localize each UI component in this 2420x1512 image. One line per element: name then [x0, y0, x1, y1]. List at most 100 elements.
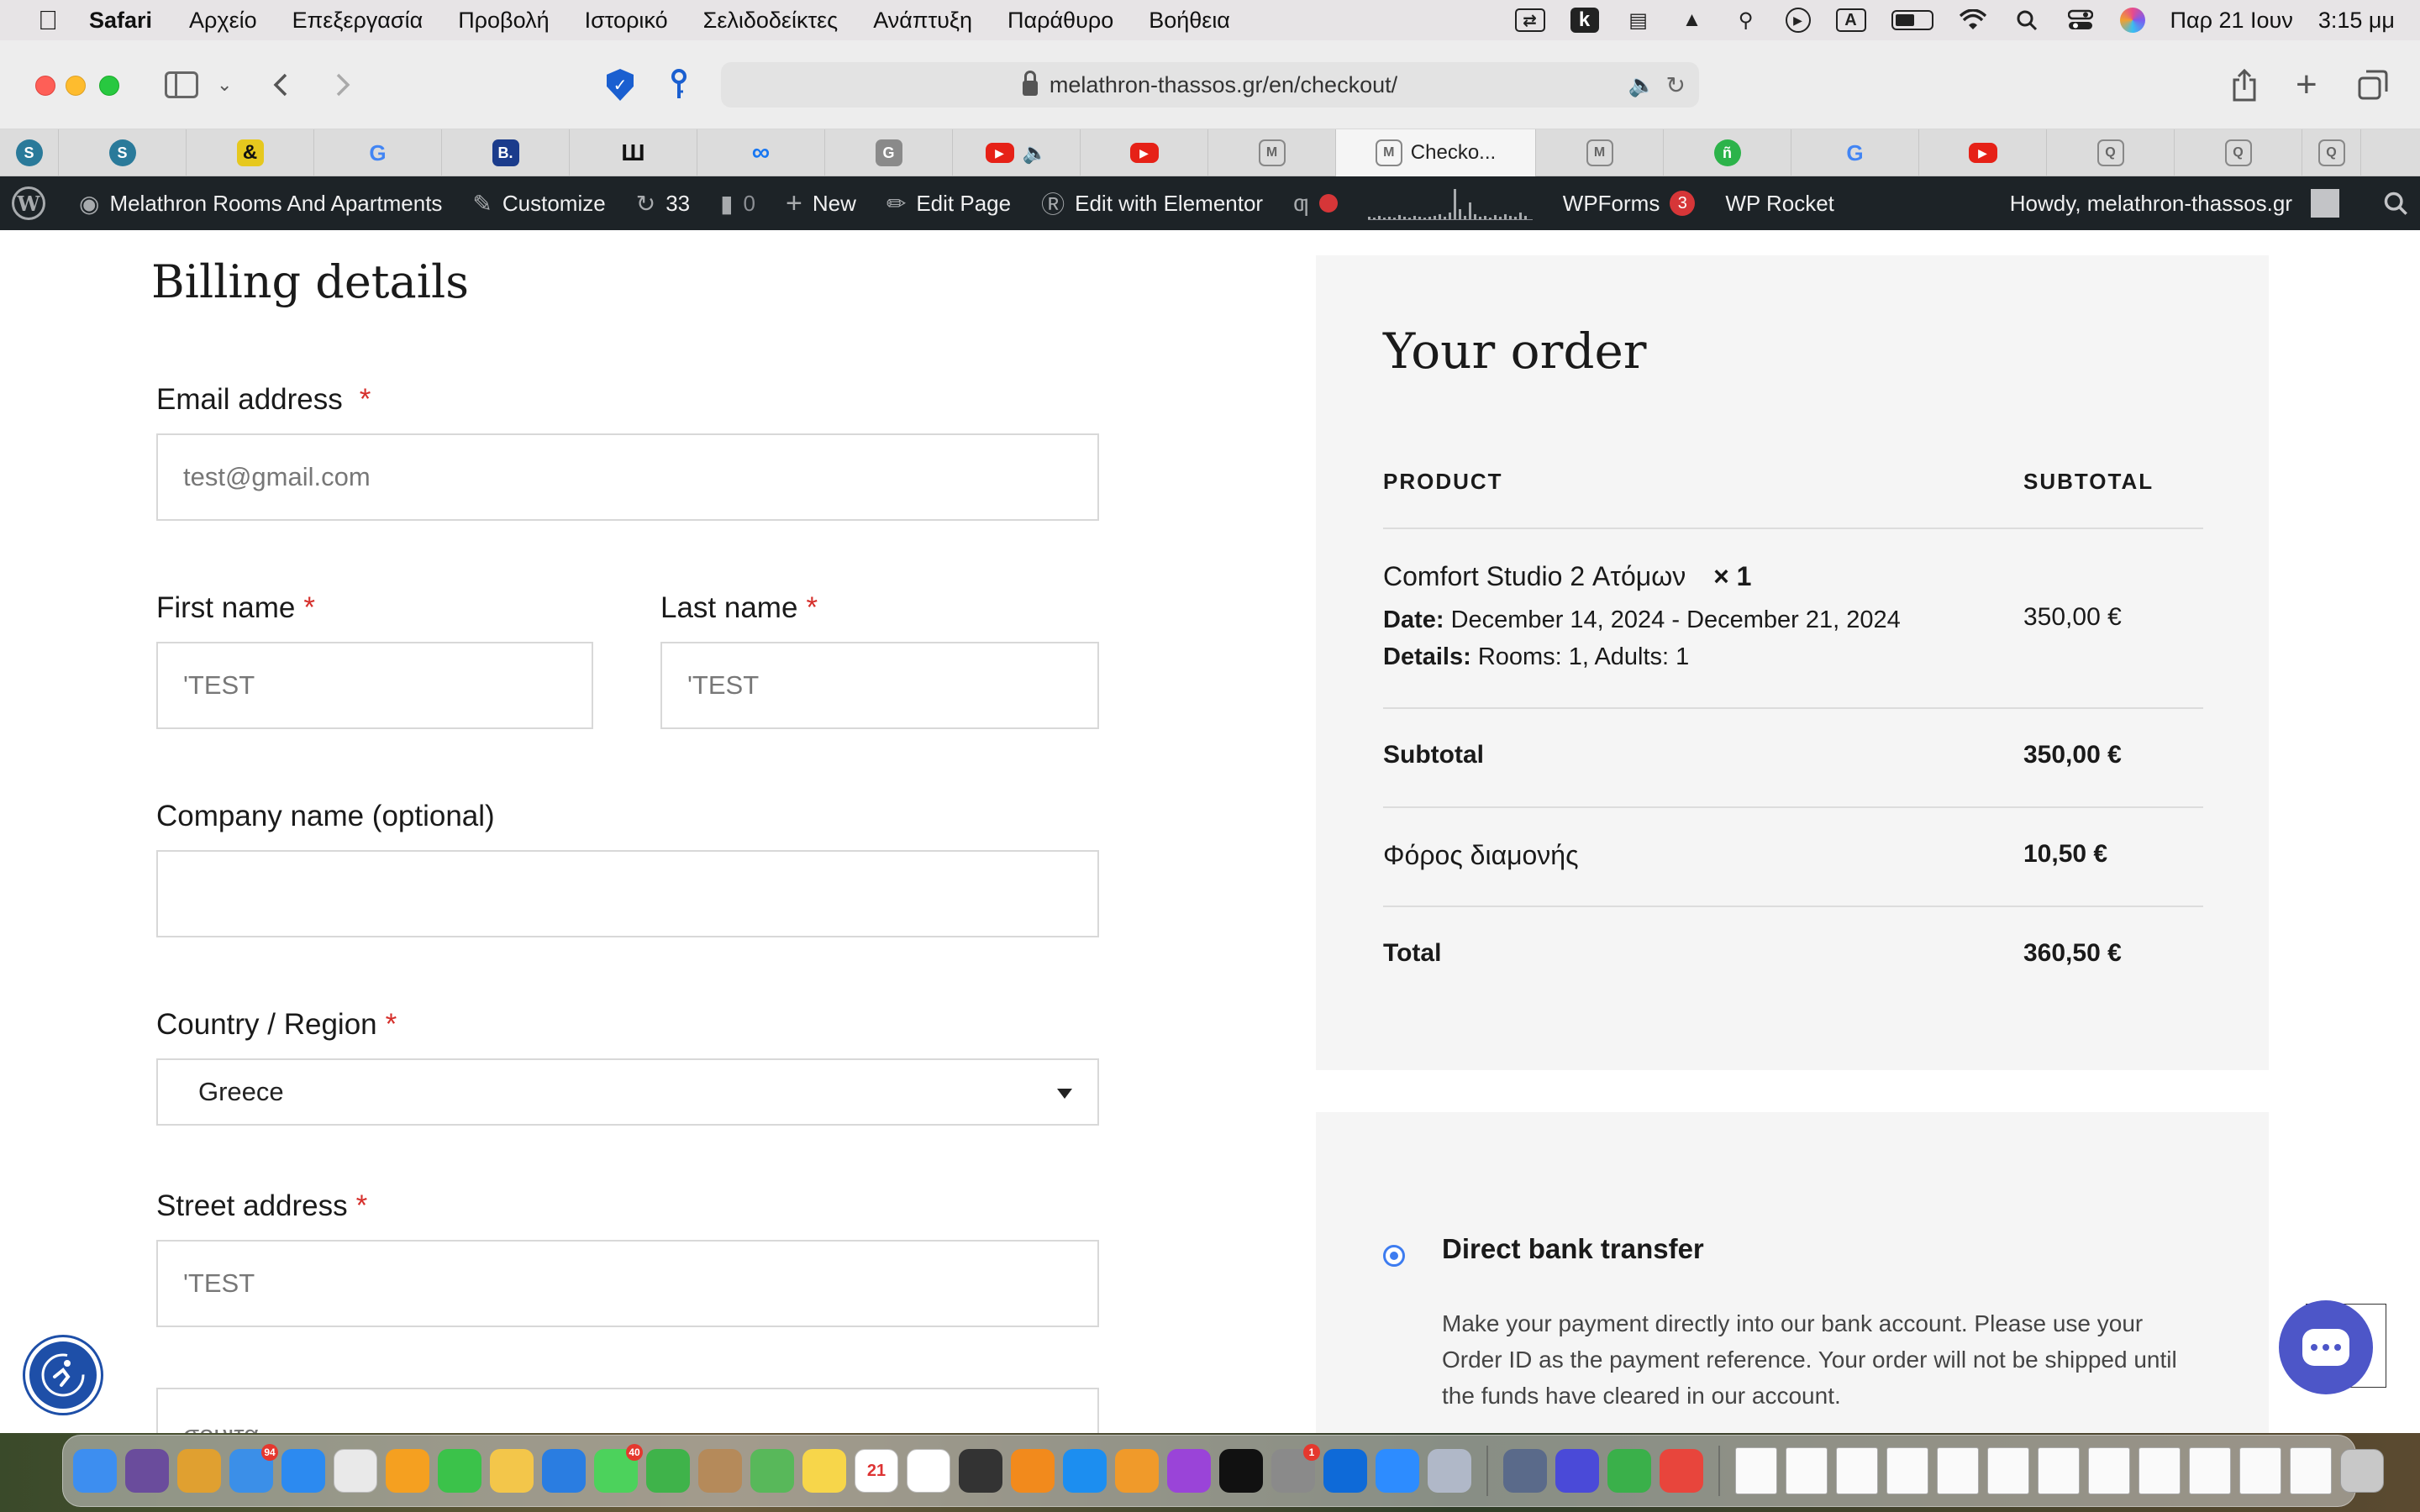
- zoom-icon[interactable]: [1376, 1449, 1419, 1493]
- browser-tab[interactable]: ▶: [1081, 129, 1208, 176]
- browser-tab[interactable]: S: [0, 129, 59, 176]
- dock-recent-document[interactable]: [2239, 1447, 2281, 1494]
- new-tab-button[interactable]: +: [2296, 64, 2317, 105]
- admin-bar-wpforms[interactable]: WPForms 3: [1563, 191, 1696, 217]
- menu-edit[interactable]: Επεξεργασία: [292, 8, 424, 34]
- address-line-2-field[interactable]: σουιτα: [156, 1388, 1099, 1433]
- maps-icon[interactable]: [750, 1449, 794, 1493]
- password-key-icon[interactable]: [671, 66, 687, 104]
- admin-bar-elementor[interactable]: Ⓡ Edit with Elementor: [1041, 186, 1263, 220]
- browser-tab[interactable]: Q: [2175, 129, 2302, 176]
- anydesk-icon[interactable]: [1660, 1449, 1703, 1493]
- apple-tv-icon[interactable]: [1219, 1449, 1263, 1493]
- forward-button[interactable]: [333, 66, 353, 104]
- browser-tab[interactable]: M Checko...: [1336, 129, 1536, 176]
- browser-tab[interactable]: ∞: [697, 129, 825, 176]
- menu-help[interactable]: Βοήθεια: [1149, 8, 1230, 34]
- calendar-icon[interactable]: 21: [855, 1449, 898, 1493]
- launchpad-icon[interactable]: [125, 1449, 169, 1493]
- tab-audio-icon[interactable]: 🔈: [1023, 141, 1048, 165]
- admin-bar-site-name[interactable]: ◉ Melathron Rooms And Apartments: [79, 190, 442, 218]
- bed-icon[interactable]: ▤: [1624, 8, 1653, 33]
- bank-transfer-title[interactable]: Direct bank transfer: [1442, 1233, 1704, 1265]
- wifi-icon[interactable]: [1959, 8, 1987, 33]
- system-preferences-icon[interactable]: 1: [1271, 1444, 1320, 1493]
- safari-icon[interactable]: [281, 1449, 325, 1493]
- dock-recent-document[interactable]: [1735, 1447, 1777, 1494]
- menu-app-name[interactable]: Safari: [89, 8, 152, 34]
- siri-icon[interactable]: [2119, 8, 2145, 33]
- tab-overview-button[interactable]: [2358, 66, 2388, 104]
- browser-tab[interactable]: M: [1208, 129, 1336, 176]
- browser-tab[interactable]: B.: [442, 129, 570, 176]
- mail-icon[interactable]: 94: [229, 1444, 278, 1493]
- flashlight-icon[interactable]: ▲: [1678, 8, 1707, 33]
- dock-recent-document[interactable]: [1836, 1447, 1878, 1494]
- messages-icon[interactable]: 40: [594, 1444, 643, 1493]
- admin-bar-customize[interactable]: ✎ Customize: [472, 190, 605, 218]
- dock-recent-document[interactable]: [1886, 1447, 1928, 1494]
- dock-recent-document[interactable]: [2038, 1447, 2080, 1494]
- url-text[interactable]: melathron-thassos.gr/en/checkout/: [1050, 72, 1397, 98]
- reload-icon[interactable]: ↻: [1666, 71, 1686, 99]
- menu-window[interactable]: Παράθυρο: [1007, 8, 1113, 34]
- admin-bar-traffic-sparkline[interactable]: [1367, 186, 1533, 220]
- menu-history[interactable]: Ιστορικό: [585, 8, 668, 34]
- menu-view[interactable]: Προβολή: [458, 8, 549, 34]
- facetime-icon[interactable]: [438, 1449, 481, 1493]
- window-close-button[interactable]: [35, 76, 55, 96]
- browser-tab[interactable]: Q: [2302, 129, 2361, 176]
- browser-tab[interactable]: ▶ 🔈: [953, 129, 1081, 176]
- menu-bar-date[interactable]: Παρ 21 Ιουν: [2170, 8, 2293, 34]
- bank-transfer-radio[interactable]: [1383, 1245, 1405, 1267]
- screen-share-icon[interactable]: ⇄: [1514, 8, 1545, 32]
- admin-bar-search[interactable]: [2383, 191, 2408, 216]
- admin-bar-account[interactable]: Howdy, melathron-thassos.gr: [2010, 189, 2339, 218]
- window-minimize-button[interactable]: [66, 76, 86, 96]
- company-field[interactable]: [156, 850, 1099, 937]
- browser-tab[interactable]: &: [187, 129, 314, 176]
- admin-bar-updates[interactable]: ↻ 33: [636, 190, 690, 218]
- tab-group-chevron-icon[interactable]: ⌄: [217, 66, 232, 104]
- reminders-icon[interactable]: [907, 1449, 950, 1493]
- contacts-icon[interactable]: [698, 1449, 742, 1493]
- dock-recent-document[interactable]: [1937, 1447, 1979, 1494]
- play-icon[interactable]: ▶: [1785, 8, 1811, 33]
- calculator-icon[interactable]: [959, 1449, 1002, 1493]
- battery-icon[interactable]: [1891, 10, 1933, 30]
- street-address-field[interactable]: 'TEST: [156, 1240, 1099, 1327]
- browser-tab[interactable]: G: [314, 129, 442, 176]
- first-name-field[interactable]: 'TEST: [156, 642, 593, 729]
- k-app-icon[interactable]: k: [1570, 8, 1599, 33]
- admin-bar-yoast[interactable]: ƣ: [1293, 190, 1338, 217]
- chat-button[interactable]: [2279, 1300, 2373, 1394]
- admin-bar-comments[interactable]: ▮ 0: [720, 190, 755, 218]
- dock-recent-document[interactable]: [2290, 1447, 2332, 1494]
- notes-icon[interactable]: [802, 1449, 846, 1493]
- window-zoom-button[interactable]: [99, 76, 119, 96]
- input-source-icon[interactable]: A: [1835, 8, 1866, 32]
- accessibility-button[interactable]: [25, 1337, 101, 1413]
- email-field[interactable]: test@gmail.com: [156, 433, 1099, 521]
- podcasts-icon[interactable]: [1167, 1449, 1211, 1493]
- menu-develop[interactable]: Ανάπτυξη: [873, 8, 972, 34]
- menu-bookmarks[interactable]: Σελιδοδείκτες: [703, 8, 839, 34]
- numbers-icon[interactable]: [646, 1449, 690, 1493]
- spotlight-icon[interactable]: [2012, 8, 2041, 33]
- menu-file[interactable]: Αρχείο: [189, 8, 257, 34]
- books-icon[interactable]: [1115, 1449, 1159, 1493]
- dock-recent-document[interactable]: [1786, 1447, 1828, 1494]
- dock-recent-document[interactable]: [2088, 1447, 2130, 1494]
- browser-tab[interactable]: S: [59, 129, 187, 176]
- chrome-icon[interactable]: [334, 1449, 377, 1493]
- control-center-icon[interactable]: [2066, 8, 2095, 33]
- admin-bar-edit-page[interactable]: ✏ Edit Page: [886, 190, 1011, 218]
- dock-recent-document[interactable]: [2189, 1447, 2231, 1494]
- vlc-icon[interactable]: [1011, 1449, 1055, 1493]
- teamviewer-icon[interactable]: [1323, 1449, 1367, 1493]
- wordpress-logo-icon[interactable]: W: [12, 186, 45, 220]
- browser-tab[interactable]: M: [1536, 129, 1664, 176]
- shortcuts-icon[interactable]: [1555, 1449, 1599, 1493]
- address-bar[interactable]: melathron-thassos.gr/en/checkout/ 🔈 ↻: [721, 62, 1699, 108]
- trash-icon[interactable]: [2340, 1449, 2384, 1493]
